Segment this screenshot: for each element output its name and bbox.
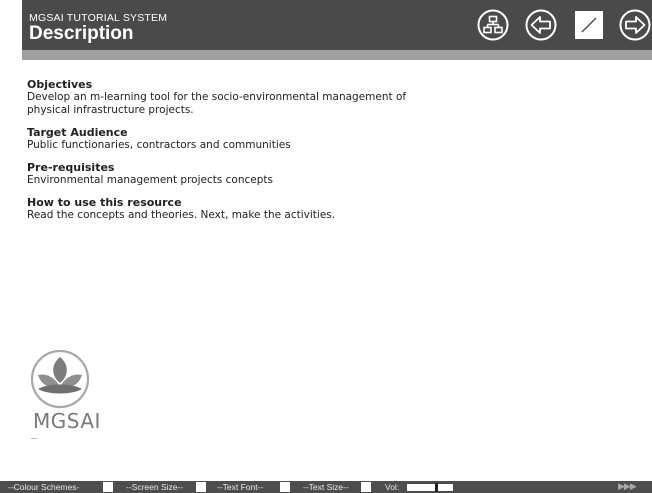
screen-size-box[interactable] xyxy=(196,482,206,492)
section-heading: Objectives xyxy=(27,78,93,91)
section-how-to-use: How to use this resource Read the concep… xyxy=(27,196,587,222)
pen-icon[interactable] xyxy=(573,9,605,41)
sitemap-icon[interactable] xyxy=(477,9,509,41)
section-heading: Pre-requisites xyxy=(27,161,115,174)
section-heading: Target Audience xyxy=(27,126,128,139)
text-size-box[interactable] xyxy=(361,482,371,492)
colour-schemes-box[interactable] xyxy=(103,482,113,492)
mgsai-logo: MGSAI xyxy=(28,345,128,441)
accessibility-toolbar: --Colour Schemes- --Screen Size-- --Text… xyxy=(0,481,652,493)
text-font-box[interactable] xyxy=(280,482,290,492)
section-objectives: Objectives Develop an m-learning tool fo… xyxy=(27,78,587,117)
logo-text: MGSAI xyxy=(33,409,101,433)
volume-knob[interactable] xyxy=(435,483,438,492)
next-arrow-icon[interactable] xyxy=(619,9,651,41)
back-arrow-icon[interactable] xyxy=(525,9,557,41)
logo-divider xyxy=(31,438,37,439)
text-font-select[interactable]: --Text Font-- xyxy=(217,482,263,492)
leaf-emblem-icon xyxy=(30,349,90,409)
screen-size-select[interactable]: --Screen Size-- xyxy=(126,482,183,492)
text-size-select[interactable]: --Text Size-- xyxy=(303,482,349,492)
volume-label: Vol: xyxy=(385,482,400,492)
page-title: Description xyxy=(29,23,134,44)
volume-slider[interactable] xyxy=(407,483,453,492)
header-strip xyxy=(22,50,652,60)
section-body: Public functionaries, contractors and co… xyxy=(27,139,291,151)
header-bar: MGSAI TUTORIAL SYSTEM Description xyxy=(22,0,652,50)
section-body: Read the concepts and theories. Next, ma… xyxy=(27,209,336,221)
description-content: Objectives Develop an m-learning tool fo… xyxy=(27,78,587,231)
section-heading: How to use this resource xyxy=(27,196,182,209)
more-arrows-icon[interactable]: ▶▶▶ xyxy=(618,481,637,492)
colour-schemes-select[interactable]: --Colour Schemes- xyxy=(8,482,79,492)
section-body: Environmental management projects concep… xyxy=(27,174,273,186)
section-body: Develop an m-learning tool for the socio… xyxy=(27,91,407,116)
section-target-audience: Target Audience Public functionaries, co… xyxy=(27,126,587,152)
section-prerequisites: Pre-requisites Environmental management … xyxy=(27,161,587,187)
